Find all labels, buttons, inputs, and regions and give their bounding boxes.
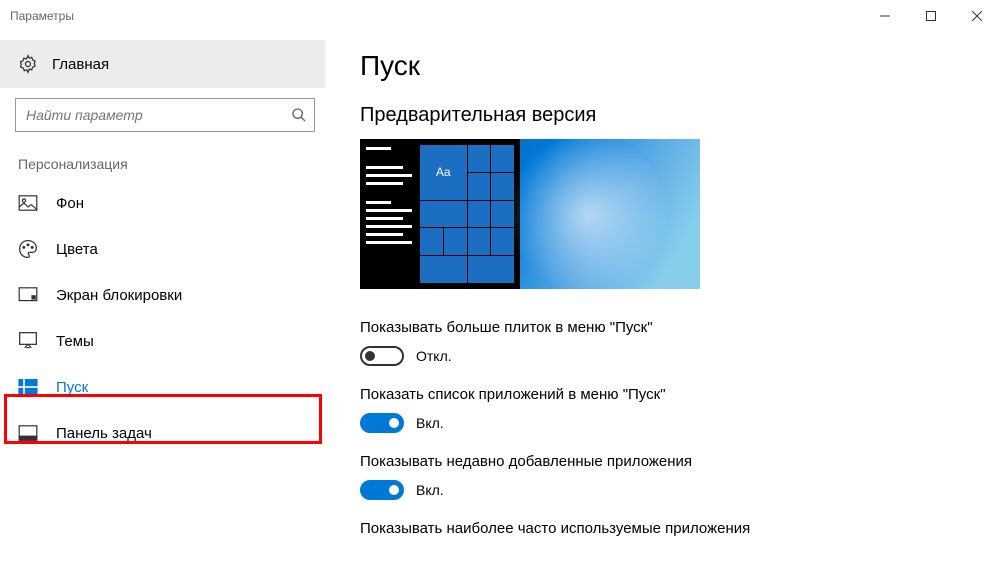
sidebar-item-taskbar[interactable]: Панель задач <box>0 410 330 456</box>
home-button[interactable]: Главная <box>0 40 325 88</box>
sidebar-item-label: Фон <box>56 195 84 212</box>
setting-label: Показывать недавно добавленные приложени… <box>360 453 970 470</box>
setting-label: Показывать наиболее часто используемые п… <box>360 520 970 537</box>
window-controls <box>862 0 1000 32</box>
maximize-button[interactable] <box>908 0 954 32</box>
setting-recently-added: Показывать недавно добавленные приложени… <box>360 453 970 500</box>
toggle-state: Откл. <box>416 348 452 364</box>
content-panel: Пуск Предварительная версия <box>330 32 1000 570</box>
start-preview-panel: Aa <box>360 139 520 289</box>
toggle-state: Вкл. <box>416 415 444 431</box>
search-wrap <box>15 98 315 132</box>
preview-heading: Предварительная версия <box>360 104 970 127</box>
start-preview: Aa <box>360 139 700 289</box>
sidebar-item-start[interactable]: Пуск <box>0 364 330 410</box>
brush-icon <box>18 331 38 351</box>
taskbar-icon <box>18 423 38 443</box>
toggle-state: Вкл. <box>416 482 444 498</box>
start-preview-tiles: Aa <box>418 139 520 289</box>
lockscreen-icon <box>18 285 38 305</box>
sidebar-item-themes[interactable]: Темы <box>0 318 330 364</box>
gear-icon <box>18 54 38 74</box>
sidebar-item-background[interactable]: Фон <box>0 180 330 226</box>
setting-most-used: Показывать наиболее часто используемые п… <box>360 520 970 537</box>
close-button[interactable] <box>954 0 1000 32</box>
page-title: Пуск <box>360 50 970 82</box>
sidebar: Главная Персонализация Фон Цвета Э <box>0 32 330 570</box>
setting-app-list: Показать список приложений в меню "Пуск"… <box>360 386 970 433</box>
start-preview-list <box>360 139 418 289</box>
search-input[interactable] <box>15 98 315 132</box>
search-icon <box>291 107 307 123</box>
start-icon <box>18 377 38 397</box>
minimize-button[interactable] <box>862 0 908 32</box>
home-label: Главная <box>52 56 109 73</box>
sidebar-item-label: Панель задач <box>56 425 152 442</box>
sidebar-item-colors[interactable]: Цвета <box>0 226 330 272</box>
sidebar-item-label: Темы <box>56 333 94 350</box>
sidebar-item-lockscreen[interactable]: Экран блокировки <box>0 272 330 318</box>
toggle-recently-added[interactable] <box>360 480 404 500</box>
toggle-app-list[interactable] <box>360 413 404 433</box>
titlebar: Параметры <box>0 0 1000 32</box>
sidebar-item-label: Пуск <box>56 379 88 396</box>
preview-tile: Aa <box>420 145 467 200</box>
toggle-more-tiles[interactable] <box>360 346 404 366</box>
sidebar-item-label: Цвета <box>56 241 98 258</box>
setting-label: Показывать больше плиток в меню "Пуск" <box>360 319 970 336</box>
setting-label: Показать список приложений в меню "Пуск" <box>360 386 970 403</box>
window-title: Параметры <box>10 9 74 23</box>
setting-more-tiles: Показывать больше плиток в меню "Пуск" О… <box>360 319 970 366</box>
sidebar-item-label: Экран блокировки <box>56 287 182 304</box>
picture-icon <box>18 193 38 213</box>
palette-icon <box>18 239 38 259</box>
section-header: Персонализация <box>0 132 330 180</box>
